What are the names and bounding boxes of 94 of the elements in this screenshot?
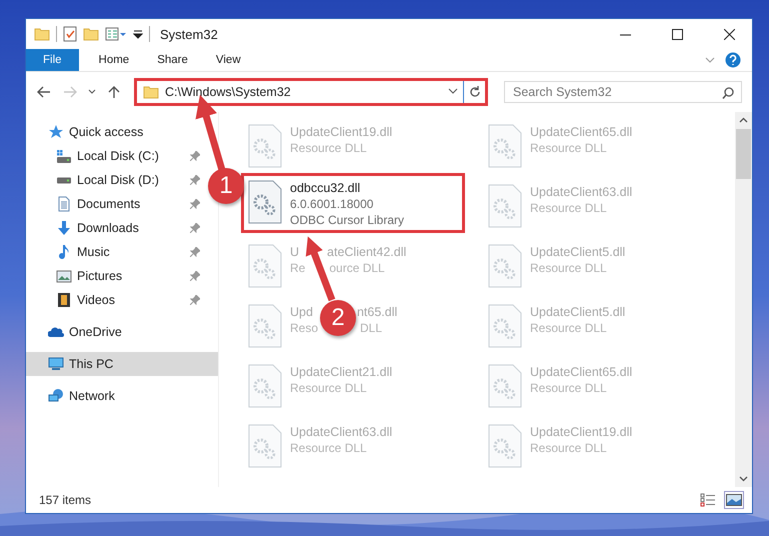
file-name: UpdateClient65.dll — [530, 124, 632, 140]
film-icon — [56, 292, 72, 308]
ribbon-tab[interactable]: View — [202, 49, 255, 71]
sidebar-item[interactable]: Videos — [26, 288, 204, 312]
gear-file-icon — [488, 364, 522, 408]
download-icon — [56, 220, 72, 236]
file-detail: ODBC Cursor Library — [290, 212, 404, 228]
file-name: UpdateClient19.dll — [530, 424, 632, 440]
gear-file-icon — [248, 364, 282, 408]
file-name: UpdateClient63.dll — [290, 424, 392, 440]
file-detail: DLL — [360, 320, 382, 336]
file-name: UpdateClient65.dll — [530, 364, 632, 380]
gear-file-icon — [488, 124, 522, 168]
file-detail: Resource DLL — [290, 140, 368, 156]
file-detail: Resource DLL — [290, 380, 368, 396]
properties-icon[interactable] — [105, 27, 127, 41]
file-name: Upd — [290, 304, 313, 320]
tiles-view-icon — [726, 493, 742, 507]
file-detail: Resource DLL — [530, 140, 608, 156]
file-name: UpdateClient21.dll — [290, 364, 392, 380]
item-count: 157 items — [39, 493, 92, 507]
pin-icon[interactable] — [190, 151, 200, 161]
caret-icon — [88, 89, 96, 95]
drive-icon — [56, 176, 72, 184]
gear-file-icon — [488, 304, 522, 348]
file-name: UpdateClient63.dll — [530, 184, 632, 200]
file-detail: 6.0.6001.18000 — [290, 196, 374, 212]
sidebar-item[interactable]: Music — [26, 240, 204, 264]
file-name: nt65.dll — [356, 304, 398, 320]
star-icon — [48, 124, 64, 140]
network-icon — [48, 388, 64, 404]
file-detail: ource DLL — [329, 260, 385, 276]
gear-file-icon — [248, 304, 282, 348]
ribbon-tab[interactable]: Share — [143, 49, 202, 71]
details-view-icon — [700, 493, 716, 507]
search-icon — [722, 87, 734, 99]
file-detail: Resource DLL — [530, 200, 608, 216]
close-icon — [724, 28, 734, 40]
checklist-icon[interactable] — [63, 26, 77, 42]
pin-icon[interactable] — [190, 223, 200, 233]
sidebar-item[interactable]: OneDrive — [26, 320, 218, 344]
file-name: UpdateClient19.dll — [290, 124, 392, 140]
maximize-icon — [672, 28, 682, 40]
gear-file-icon — [248, 244, 282, 288]
scrollbar[interactable] — [735, 112, 752, 487]
file-detail: Reso — [290, 320, 318, 336]
up-arrow-icon — [108, 85, 120, 99]
file-detail: Resource DLL — [530, 440, 608, 456]
pin-icon[interactable] — [190, 247, 200, 257]
file-detail: Resource DLL — [530, 380, 608, 396]
refresh-icon — [468, 86, 480, 98]
file-name: UpdateClient5.dll — [530, 304, 626, 320]
sidebar-item[interactable]: Quick access — [26, 120, 218, 144]
window-title: System32 — [160, 26, 218, 42]
search-field[interactable]: Search System32 — [504, 81, 742, 103]
document-icon — [56, 196, 72, 212]
folder-icon — [143, 85, 159, 99]
pin-icon[interactable] — [190, 271, 200, 281]
file-name: odbccu32.dll — [290, 180, 362, 196]
file-detail: Resource DLL — [290, 440, 368, 456]
sidebar-item[interactable]: Local Disk (C:) — [26, 144, 204, 168]
view-toggle[interactable] — [724, 491, 744, 509]
gear-file-icon — [248, 124, 282, 168]
gear-file-icon — [248, 424, 282, 468]
scroll-thumb[interactable] — [736, 129, 751, 179]
sidebar-item[interactable]: Documents — [26, 192, 204, 216]
pictures-icon — [56, 268, 72, 284]
file-name: UpdateClient5.dll — [530, 244, 626, 260]
drive-icon — [56, 150, 72, 162]
file-name: ateClient42.dll — [327, 244, 406, 260]
view-toggle[interactable] — [698, 491, 718, 509]
gear-file-icon — [488, 424, 522, 468]
customize-dropdown-icon[interactable] — [133, 29, 143, 39]
sidebar-item[interactable]: Downloads — [26, 216, 204, 240]
pin-icon[interactable] — [190, 199, 200, 209]
sidebar-item[interactable]: Network — [26, 384, 218, 408]
file-detail: Resource DLL — [530, 320, 608, 336]
file-detail: Re — [290, 260, 306, 276]
gear-file-icon — [488, 244, 522, 288]
file-menu-tab[interactable]: File — [26, 49, 79, 71]
forward-arrow-icon — [63, 86, 77, 98]
gear-file-icon — [488, 184, 522, 228]
back-arrow-icon — [37, 86, 51, 98]
ribbon-tab[interactable]: Home — [84, 49, 144, 71]
sidebar-item[interactable]: Pictures — [26, 264, 204, 288]
file-detail: Resource DLL — [530, 260, 608, 276]
gear-file-icon — [248, 180, 282, 224]
pin-icon[interactable] — [190, 175, 200, 185]
sidebar-item[interactable]: This PC — [26, 352, 218, 376]
computer-icon — [48, 356, 64, 372]
file-name: U — [290, 244, 300, 260]
address-bar[interactable]: C:\Windows\System32 — [134, 78, 488, 106]
sidebar-item[interactable]: Local Disk (D:) — [26, 168, 204, 192]
pin-icon[interactable] — [190, 295, 200, 305]
